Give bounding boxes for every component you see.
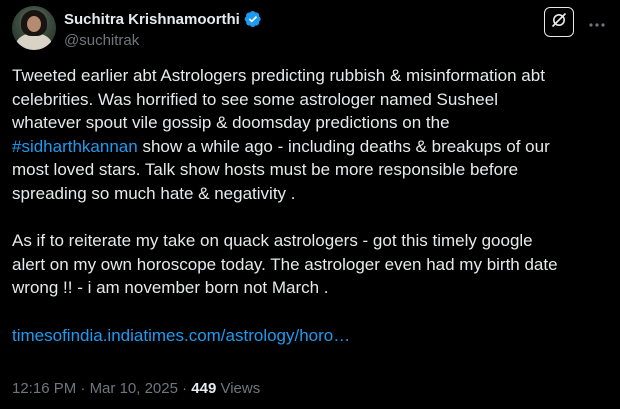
tweet-line: most loved stars. Talk show hosts must b… bbox=[12, 160, 519, 180]
tweet: Suchitra Krishnamoorthi @suchitrak Tweet… bbox=[0, 0, 620, 409]
tweet-line: Tweeted earlier abt Astrologers predicti… bbox=[12, 66, 545, 85]
tweet-meta: 12:16 PM · Mar 10, 2025 · 449 Views bbox=[12, 380, 260, 397]
verified-badge-icon[interactable] bbox=[244, 10, 262, 28]
tweet-line: whatever spout vile gossip & doomsday pr… bbox=[12, 113, 450, 133]
author-names: Suchitra Krishnamoorthi @suchitrak bbox=[64, 8, 262, 49]
tweet-time[interactable]: 12:16 PM bbox=[12, 380, 76, 397]
tweet-text: Tweeted earlier abt Astrologers predicti… bbox=[12, 64, 612, 347]
meta-separator: · bbox=[177, 380, 192, 397]
tweet-paragraph-2: As if to reiterate my take on quack astr… bbox=[12, 229, 612, 300]
tweet-line: wrong !! - i am november born not March … bbox=[12, 278, 329, 298]
views-label: Views bbox=[216, 380, 261, 397]
external-link[interactable]: timesofindia.indiatimes.com/astrology/ho… bbox=[12, 326, 350, 345]
tweet-line: As if to reiterate my take on quack astr… bbox=[12, 231, 533, 251]
tweet-paragraph-3: timesofindia.indiatimes.com/astrology/ho… bbox=[12, 324, 612, 348]
avatar[interactable] bbox=[12, 6, 56, 50]
hashtag-link[interactable]: #sidharthkannan bbox=[12, 137, 138, 156]
display-name[interactable]: Suchitra Krishnamoorthi bbox=[64, 11, 240, 28]
tweet-line: alert on my own horoscope today. The ast… bbox=[12, 254, 558, 274]
tweet-header: Suchitra Krishnamoorthi @suchitrak bbox=[12, 4, 608, 52]
more-options-button[interactable] bbox=[586, 12, 608, 32]
more-icon bbox=[588, 13, 606, 32]
tweet-line: show a while ago - including deaths & br… bbox=[137, 136, 550, 156]
display-name-row: Suchitra Krishnamoorthi bbox=[64, 8, 262, 30]
view-count[interactable]: 449 bbox=[191, 380, 216, 397]
tweet-line: spreading so much hate & negativity . bbox=[12, 183, 296, 203]
handle[interactable]: @suchitrak bbox=[64, 32, 262, 49]
meta-separator: · bbox=[76, 380, 90, 397]
tweet-paragraph-1: Tweeted earlier abt Astrologers predicti… bbox=[12, 64, 612, 206]
tweet-date[interactable]: Mar 10, 2025 bbox=[90, 380, 178, 397]
grok-button[interactable] bbox=[544, 7, 574, 37]
tweet-line: celebrities. Was horrified to see some a… bbox=[12, 89, 498, 109]
grok-icon bbox=[550, 11, 568, 33]
